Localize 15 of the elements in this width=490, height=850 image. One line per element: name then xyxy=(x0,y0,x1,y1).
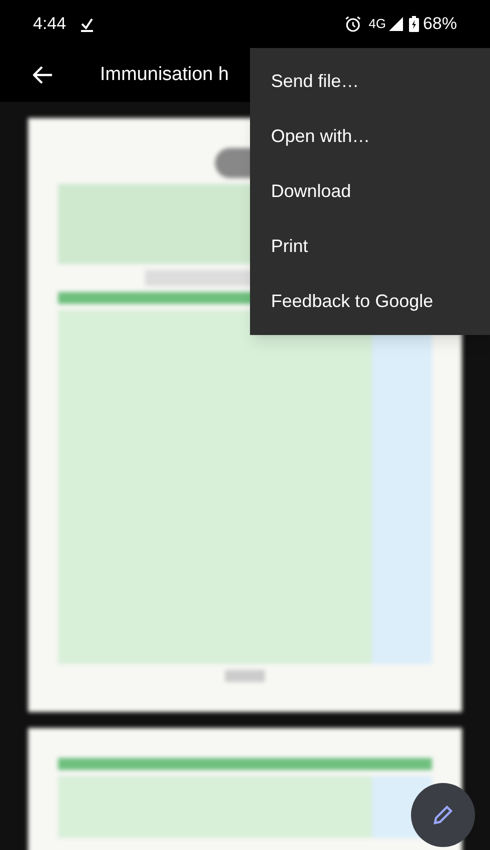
download-done-icon xyxy=(80,16,94,32)
status-time: 4:44 xyxy=(33,13,66,36)
menu-item[interactable]: Download xyxy=(250,164,490,219)
battery-icon xyxy=(408,16,419,32)
menu-item[interactable]: Send file… xyxy=(250,54,490,109)
menu-item[interactable]: Open with… xyxy=(250,109,490,164)
back-arrow-icon xyxy=(33,66,53,84)
menu-item[interactable]: Feedback to Google xyxy=(250,274,490,329)
document-title: Immunisation h xyxy=(100,62,229,87)
network-type: 4G xyxy=(368,15,386,34)
battery-level: 68% xyxy=(422,13,457,36)
alarm-icon xyxy=(344,16,361,32)
pencil-icon xyxy=(432,804,454,826)
menu-item[interactable]: Print xyxy=(250,219,490,274)
signal-icon xyxy=(388,17,403,31)
